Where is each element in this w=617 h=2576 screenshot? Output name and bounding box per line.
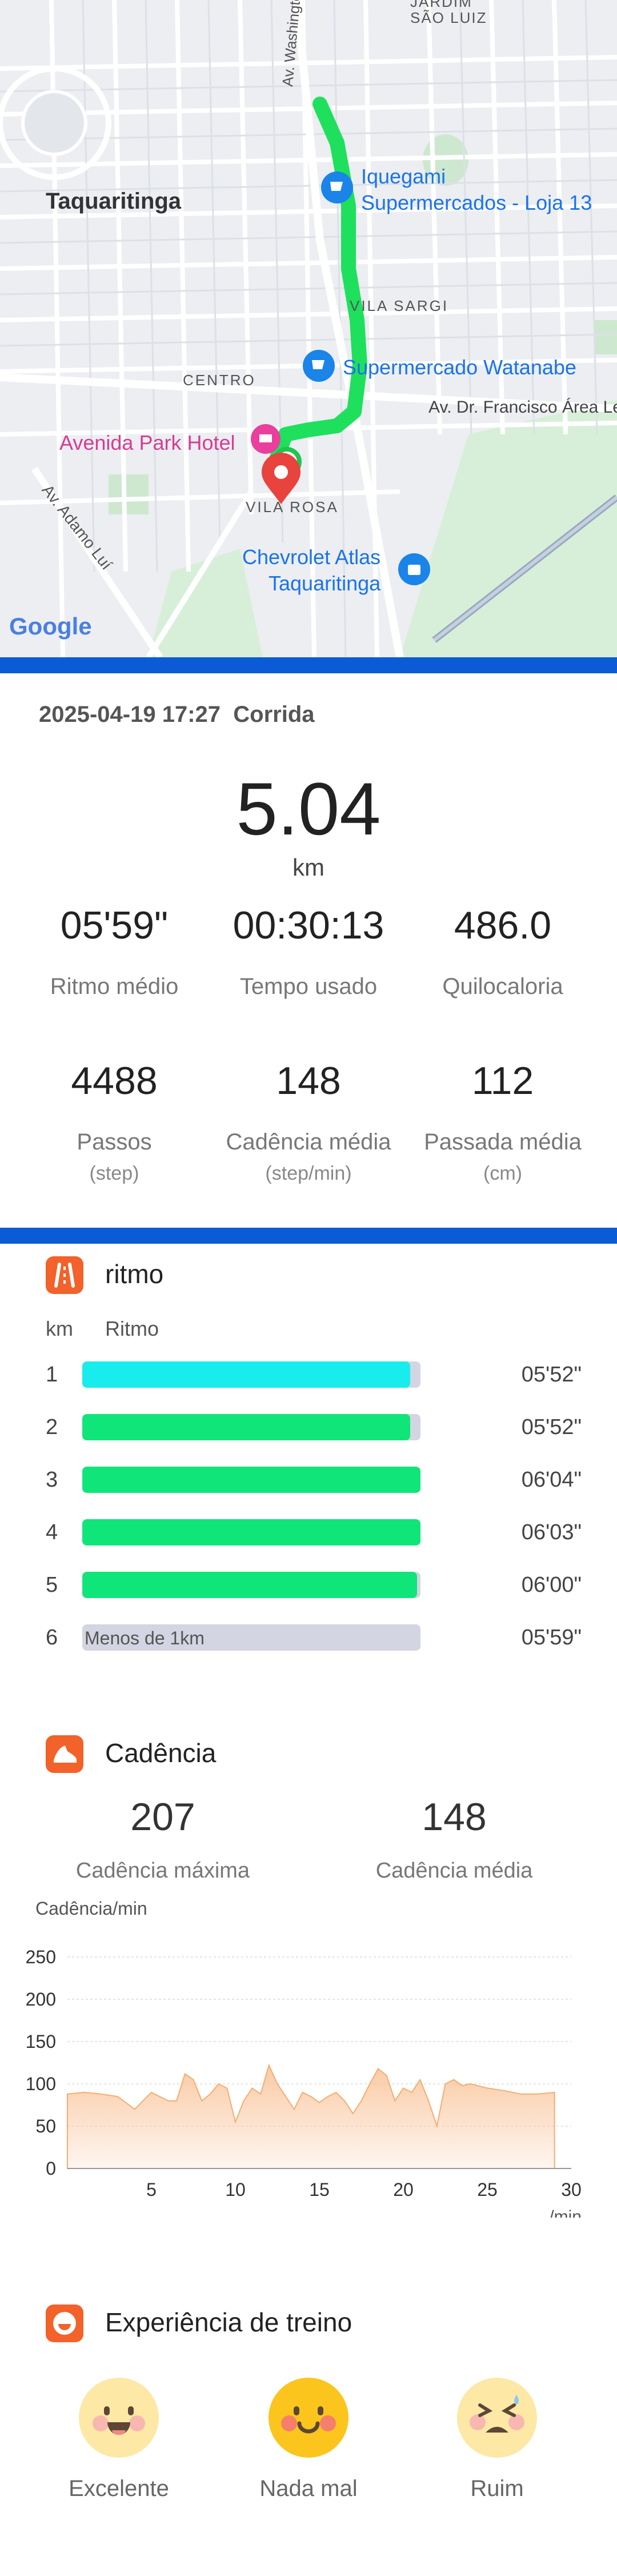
pace-row-time: 06'04" (521, 1468, 582, 1492)
distance-value: 5.04 (236, 767, 381, 850)
smile-icon (46, 2305, 83, 2342)
map-label-sao-luiz: SÃO LUIZ (410, 9, 487, 26)
chart-ytick-label: 50 (35, 2116, 56, 2136)
chart-xtick-label: 20 (393, 2179, 414, 2200)
cadence-avg-label: Cadência média (375, 1859, 533, 1883)
pace-row-km: 1 (46, 1363, 58, 1387)
divider-bar-middle (0, 1228, 617, 1244)
map-label-vila-sargi: VILA SARGI (350, 297, 449, 314)
cadence-chart: Cadência/min 0 50 100 150 200 250 5 10 15 20 25 30/m… (26, 1898, 582, 2218)
chart-ylabel: Cadência/min (35, 1898, 147, 1919)
chart-xtick-label: 15 (309, 2179, 330, 2200)
pace-bar-fill (82, 1414, 411, 1440)
cadence-max-value: 207 (130, 1795, 195, 1839)
pace-row-time: 05'52" (521, 1415, 582, 1439)
map-label-centro: CENTRO (183, 372, 256, 389)
bad-emoji-button[interactable] (457, 2378, 537, 2458)
calories-value: 486.0 (454, 904, 552, 947)
map-label-chevrolet: Chevrolet Atlas (242, 545, 381, 569)
map-label-watanabe: Supermercado Watanabe (343, 356, 576, 379)
divider-bar-top (0, 657, 617, 673)
map-label-vila-rosa: VILA ROSA (246, 498, 339, 516)
pace-bar-fill (82, 1519, 420, 1545)
avg-cadence-label: Cadência média (226, 1129, 391, 1155)
chart-xtick-label: 10 (225, 2179, 246, 2200)
steps-unit: (step) (89, 1163, 139, 1184)
pace-bar-fill (82, 1361, 411, 1388)
steps-label: Passos (77, 1129, 152, 1155)
road-icon (46, 1256, 83, 1294)
map-label-avenida-park: Avenida Park Hotel (59, 431, 235, 454)
avg-stride-unit: (cm) (483, 1163, 522, 1184)
route-map[interactable]: JARDIM SÃO LUIZ Av. Washington Taquariti… (0, 0, 617, 657)
cadence-avg-value: 148 (422, 1795, 487, 1839)
pace-bar-fill (82, 1467, 420, 1493)
time-used-value: 00:30:13 (233, 904, 384, 947)
avg-cadence-value: 148 (276, 1059, 341, 1103)
chart-area-series (67, 2063, 555, 2169)
not-bad-emoji-button[interactable] (269, 2378, 348, 2458)
pace-bar-track (82, 1414, 420, 1440)
excellent-label: Excelente (69, 2476, 169, 2501)
pace-col-pace: Ritmo (105, 1317, 159, 1340)
map-label-av-francisco: Av. Dr. Francisco Área Le (428, 398, 617, 417)
not-bad-face-icon (281, 2406, 336, 2434)
pace-row-time: 05'52" (521, 1363, 582, 1387)
pace-row-km: 3 (46, 1468, 58, 1492)
chart-ytick-label: 200 (26, 1989, 56, 2010)
map-label-iquegami: Iquegami (361, 165, 446, 188)
avg-pace-label: Ritmo médio (50, 974, 179, 999)
pace-col-km: km (46, 1317, 73, 1340)
google-logo: Google (9, 613, 92, 640)
pace-row-time: 06'00" (521, 1573, 582, 1597)
map-label-chevrolet-2: Taquaritinga (269, 572, 381, 595)
pace-bar-track (82, 1519, 420, 1545)
bad-face-icon (470, 2395, 524, 2433)
pace-bar-track (82, 1467, 420, 1493)
chart-ytick-label: 250 (26, 1947, 56, 1967)
cadence-section-title: Cadência (105, 1738, 217, 1768)
map-label-iquegami-2: Supermercados - Loja 13 (361, 191, 592, 214)
excellent-emoji-button[interactable] (79, 2378, 159, 2458)
pace-row-km: 4 (46, 1520, 58, 1544)
shoe-icon (46, 1735, 83, 1773)
bad-label: Ruim (470, 2476, 524, 2501)
chart-xlabel: /min (549, 2207, 582, 2218)
activity-type: Corrida (233, 702, 315, 727)
time-used-label: Tempo usado (239, 974, 378, 999)
chart-xtick-label: 30 (561, 2179, 582, 2200)
chart-xtick-label: 5 (146, 2179, 157, 2200)
avg-stride-label: Passada média (424, 1129, 582, 1155)
chart-xtick-label: 25 (477, 2179, 498, 2200)
activity-header: 2025-04-19 17:27 Corrida (39, 702, 315, 728)
calories-label: Quilocaloria (442, 974, 563, 999)
experience-section-title: Experiência de treino (105, 2307, 352, 2337)
pace-bar-track (82, 1572, 420, 1598)
pace-bar-note: Menos de 1km (85, 1628, 205, 1648)
chart-ytick-label: 0 (46, 2158, 56, 2179)
distance-unit: km (293, 854, 324, 881)
not-bad-label: Nada mal (259, 2476, 358, 2501)
avg-stride-value: 112 (471, 1059, 534, 1103)
chart-ytick-label: 100 (26, 2074, 56, 2094)
activity-datetime: 2025-04-19 17:27 (39, 702, 221, 727)
pace-row-time: 06'03" (521, 1520, 582, 1544)
chart-ytick-label: 150 (26, 2031, 56, 2052)
pace-bar-fill (82, 1572, 418, 1598)
pace-row-km: 6 (46, 1626, 58, 1650)
steps-value: 4488 (71, 1059, 158, 1103)
avg-pace-value: 05'59" (60, 904, 169, 947)
pace-row-km: 5 (46, 1573, 58, 1597)
pace-section-title: ritmo (105, 1259, 164, 1289)
map-label-taquaritinga: Taquaritinga (46, 189, 182, 214)
pace-row-time: 05'59" (521, 1626, 582, 1650)
pace-bar-track: Menos de 1km (82, 1624, 420, 1651)
excellent-face-icon (93, 2406, 145, 2435)
cadence-max-label: Cadência máxima (75, 1859, 250, 1883)
avg-cadence-unit: (step/min) (265, 1163, 352, 1184)
pace-bar-track (82, 1361, 420, 1388)
pace-row-km: 2 (46, 1415, 58, 1439)
